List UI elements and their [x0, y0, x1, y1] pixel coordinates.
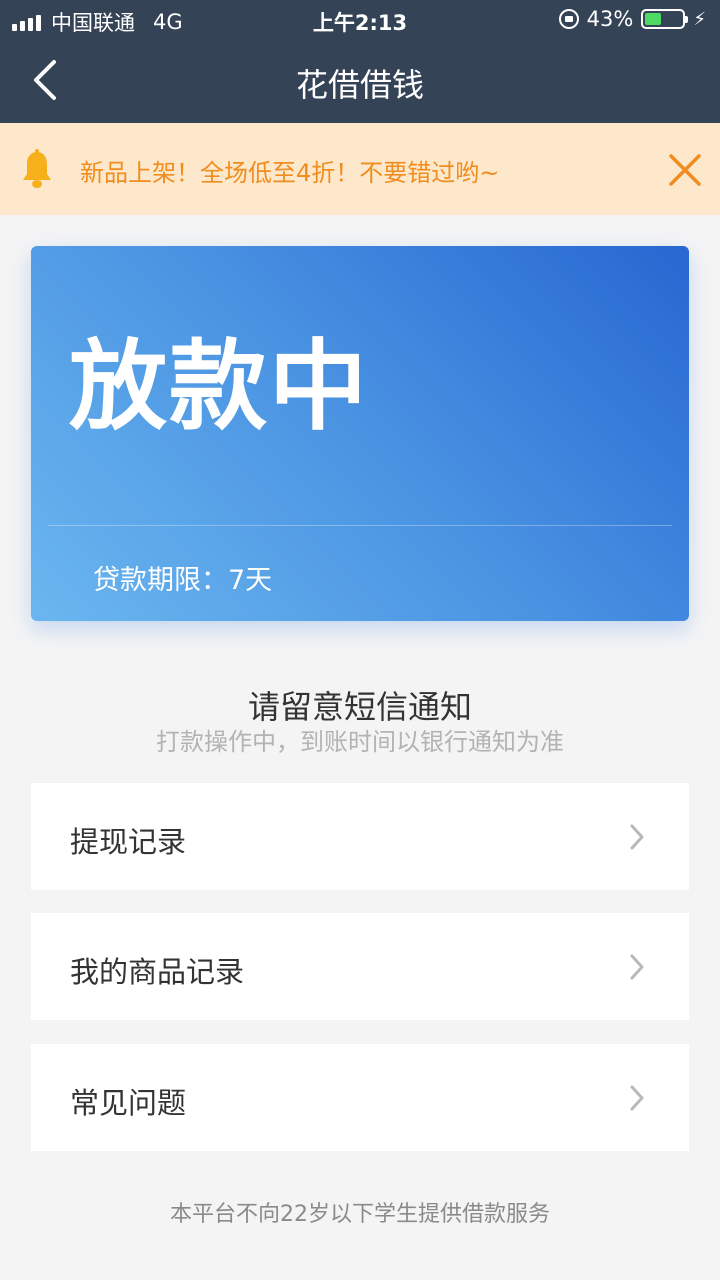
rotation-lock-icon: [558, 9, 579, 29]
loan-status-card: 放款中 贷款期限：7天: [31, 246, 689, 621]
loan-term-label: 贷款期限：: [93, 565, 228, 596]
notice-banner[interactable]: 新品上架！全场低至4折！不要错过哟~: [0, 123, 720, 215]
nav-bar: 花借借钱: [0, 40, 720, 123]
bell-icon: [23, 149, 51, 188]
menu-item-withdraw-records[interactable]: 提现记录: [31, 783, 689, 890]
chevron-right-icon: [630, 824, 644, 850]
card-divider: [48, 525, 672, 526]
status-bar: 中国联通 4G 上午2:13 43% ⚡︎: [0, 0, 720, 40]
menu-item-label: 提现记录: [70, 825, 187, 859]
sms-notice-subtitle: 打款操作中，到账时间以银行通知为准: [156, 728, 564, 756]
charging-icon: ⚡︎: [693, 8, 706, 30]
notice-text: 新品上架！全场低至4折！不要错过哟~: [80, 159, 500, 187]
loan-status: 放款中: [69, 330, 370, 444]
page-title: 花借借钱: [295, 66, 424, 104]
battery-percent: 43%: [586, 7, 634, 31]
loan-term-value: 7天: [228, 565, 273, 596]
menu-item-label: 常见问题: [70, 1086, 187, 1120]
close-notice-button[interactable]: [668, 153, 702, 187]
chevron-right-icon: [630, 954, 644, 980]
close-icon: [669, 154, 701, 186]
footer-disclaimer: 本平台不向22岁以下学生提供借款服务: [170, 1202, 550, 1227]
menu-item-product-records[interactable]: 我的商品记录: [31, 913, 689, 1020]
menu-item-label: 我的商品记录: [70, 955, 245, 989]
battery-icon: [641, 9, 689, 29]
header: 中国联通 4G 上午2:13 43% ⚡︎ 花借借钱: [0, 0, 720, 123]
loan-term: 贷款期限：7天: [93, 558, 272, 597]
chevron-right-icon: [630, 1085, 644, 1111]
menu-item-faq[interactable]: 常见问题: [31, 1044, 689, 1151]
